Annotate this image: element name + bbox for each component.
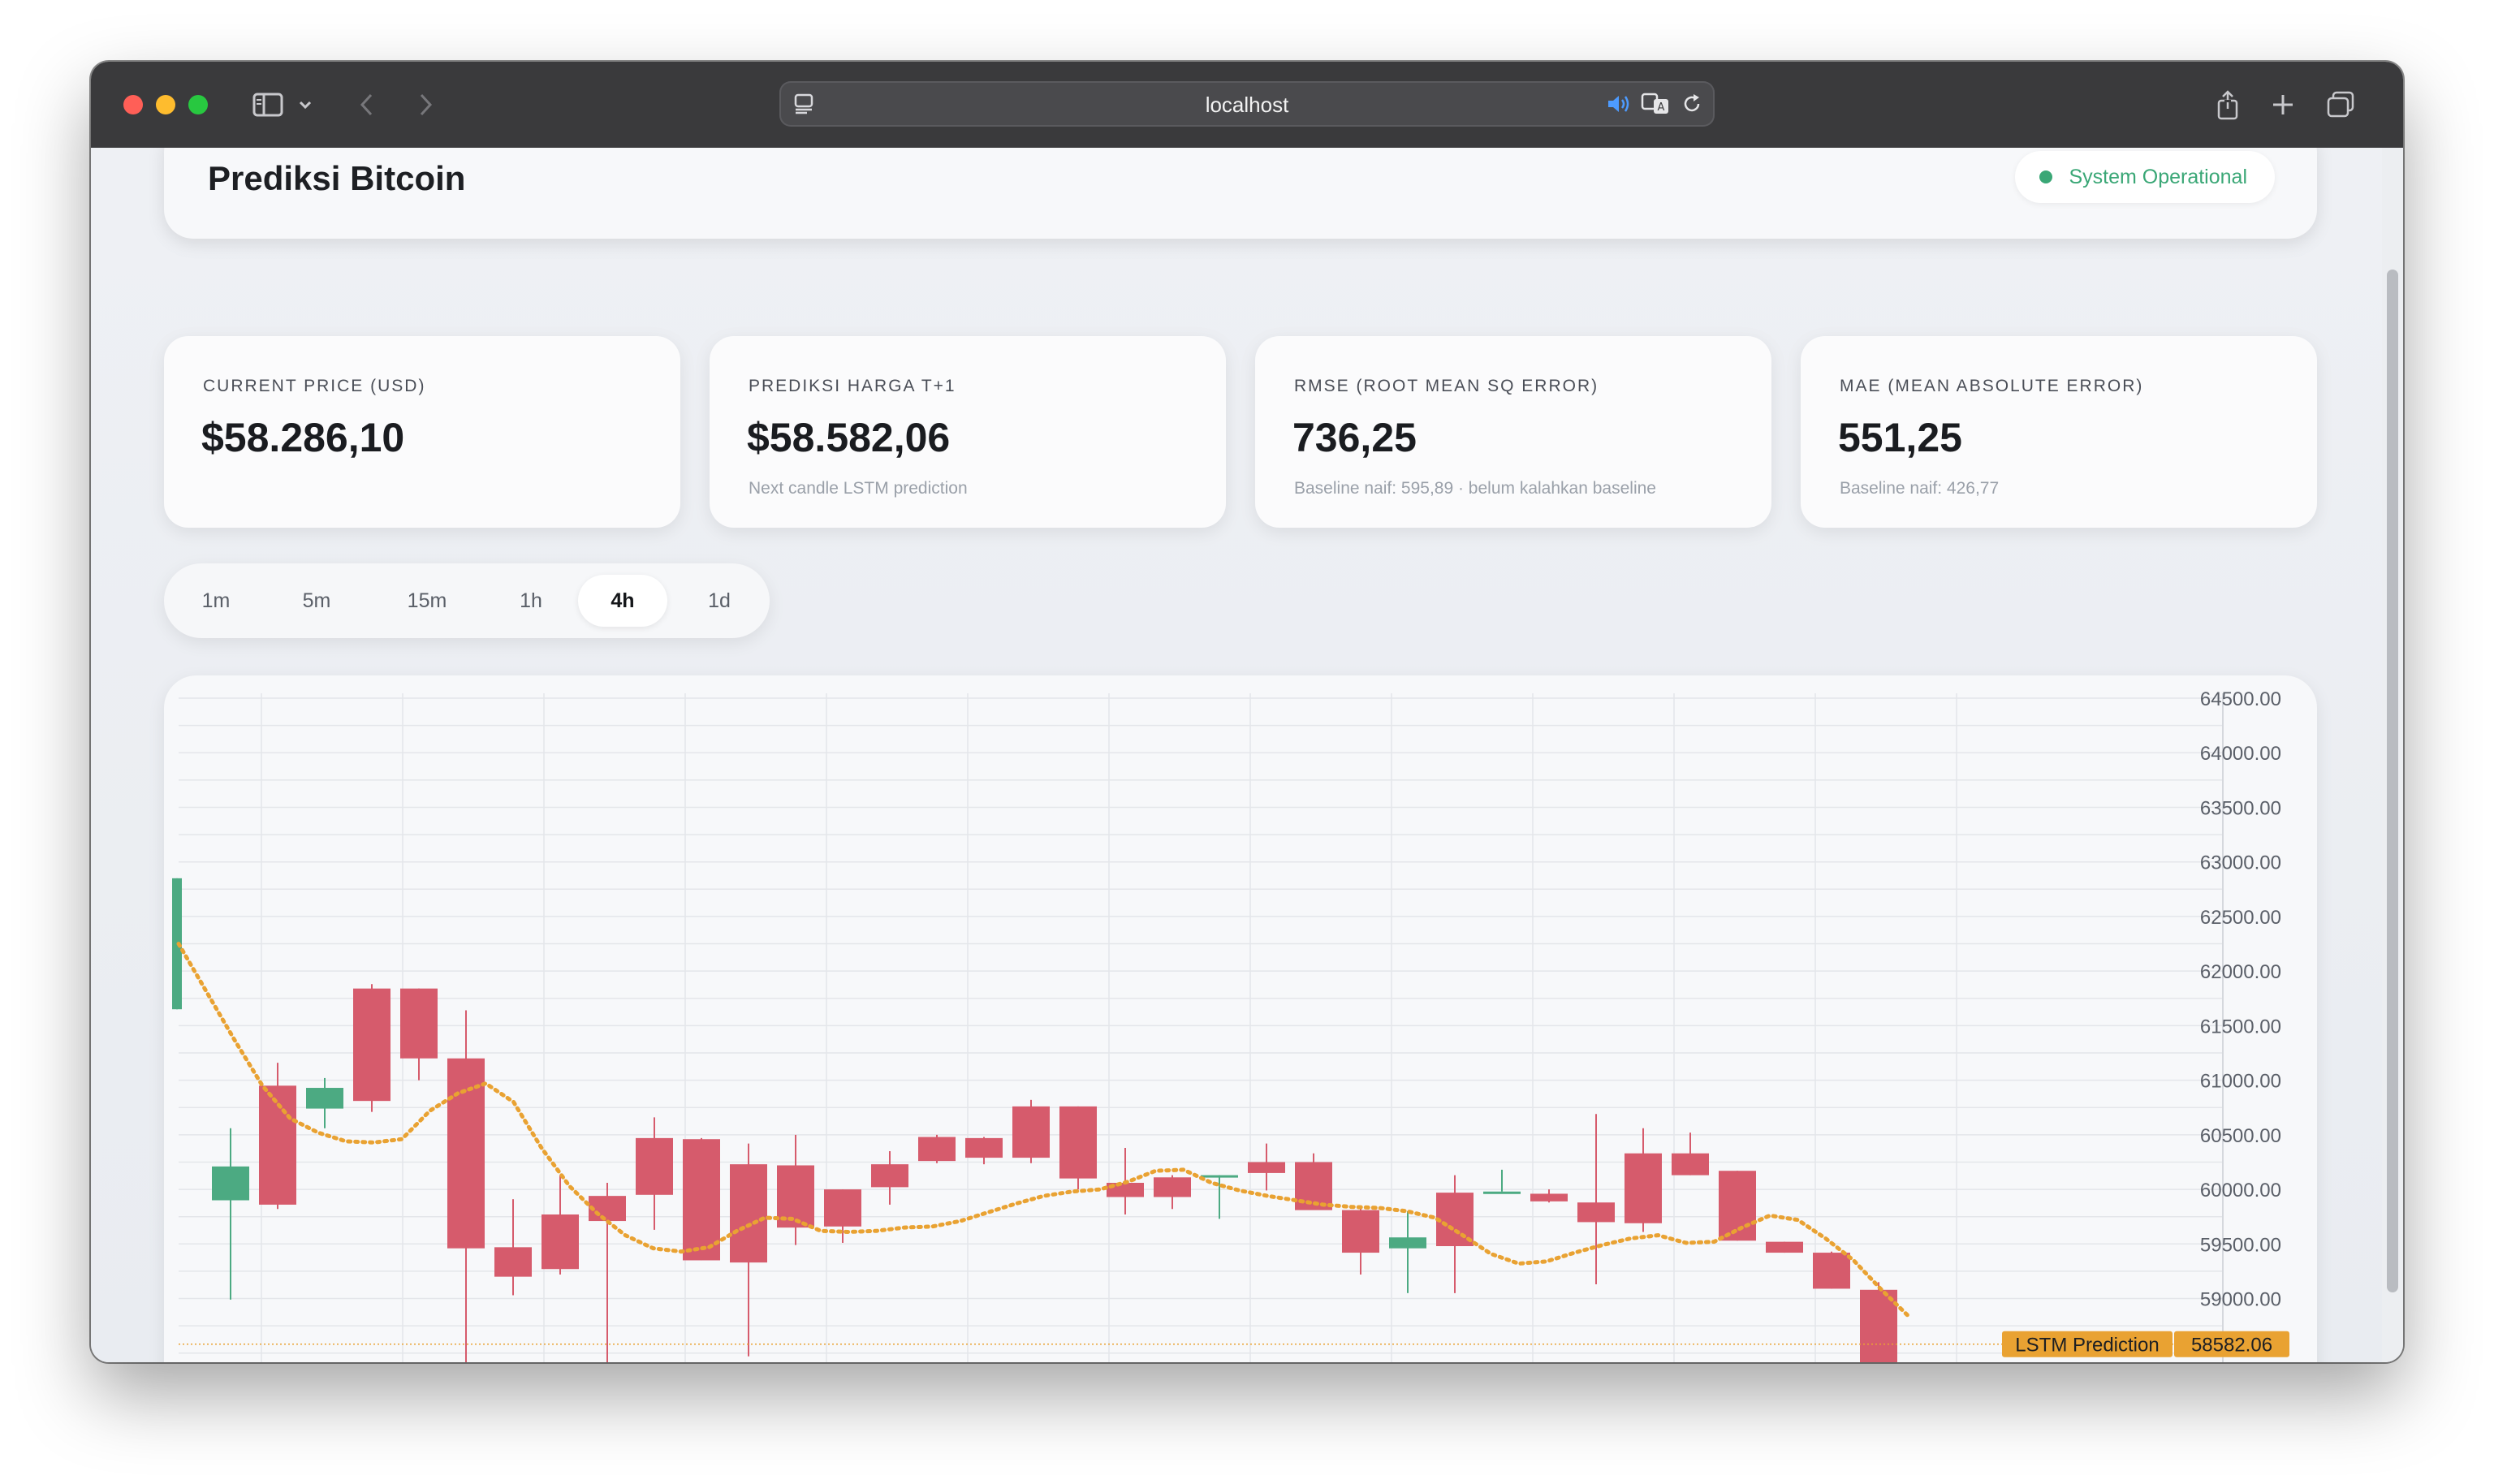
candle-body <box>542 1214 579 1270</box>
stat-subtext: Baseline naif: 426,77 <box>1840 479 2000 498</box>
y-tick-label: 61500.00 <box>2200 1016 2281 1038</box>
y-tick-label: 59500.00 <box>2200 1234 2281 1256</box>
chevron-down-icon[interactable] <box>296 86 315 123</box>
candle-body <box>1672 1153 1709 1176</box>
close-window-button[interactable] <box>123 95 143 114</box>
candle-body <box>1813 1253 1850 1289</box>
candlestick-chart[interactable]: 64500.00 64000.00 63500.00 63000.00 62500.00… <box>164 675 2317 1362</box>
candle-body <box>306 1088 343 1109</box>
candle-body <box>1625 1153 1662 1223</box>
browser-window: localhost A Prediksi Bitcoin System Oper… <box>91 62 2403 1362</box>
stat-label: PREDIKSI HARGA T+1 <box>749 377 956 395</box>
reload-icon[interactable] <box>1677 85 1707 123</box>
price-chart-card: 64500.00 64000.00 63500.00 63000.00 62500.00… <box>164 675 2317 1362</box>
sidebar-icon[interactable] <box>250 86 286 123</box>
timeframe-selector: 1m 5m 15m 1h 4h 1d <box>164 563 770 638</box>
timeframe-15m-button[interactable]: 15m <box>377 575 477 627</box>
page-title: Prediksi Bitcoin <box>208 159 466 197</box>
y-tick-label: 59000.00 <box>2200 1289 2281 1311</box>
stat-label: CURRENT PRICE (USD) <box>203 377 426 395</box>
candle-body <box>1577 1202 1615 1223</box>
scrollbar-thumb[interactable] <box>2387 270 2398 1292</box>
candle-body <box>353 988 390 1102</box>
stat-value: $58.286,10 <box>201 415 405 460</box>
y-tick-label: 64500.00 <box>2200 688 2281 710</box>
candle-body <box>730 1164 767 1263</box>
candle-body <box>965 1137 1003 1158</box>
candle-body <box>824 1189 861 1227</box>
lstm-value-text: 58582.06 <box>2191 1335 2272 1357</box>
timeframe-1d-button[interactable]: 1d <box>679 575 760 627</box>
stat-subtext: Baseline naif: 595,89 · belum kalahkan b… <box>1294 479 1656 498</box>
address-bar[interactable]: localhost A <box>779 81 1715 127</box>
candle-body <box>636 1137 673 1195</box>
candle-body <box>494 1247 532 1277</box>
timeframe-5m-button[interactable]: 5m <box>276 575 357 627</box>
stat-card-mae: MAE (MEAN ABSOLUTE ERROR) 551,25 Baselin… <box>1801 336 2317 528</box>
candle-body <box>400 988 438 1059</box>
forward-icon[interactable] <box>411 86 440 123</box>
stat-value: $58.582,06 <box>747 415 951 460</box>
zoom-window-button[interactable] <box>188 95 208 114</box>
back-icon[interactable] <box>352 86 382 123</box>
candle-body <box>1154 1177 1191 1197</box>
candle-body <box>918 1137 956 1162</box>
candle-body <box>1719 1171 1756 1241</box>
svg-text:A: A <box>1658 101 1665 114</box>
status-dot-icon <box>2039 170 2053 183</box>
candle-body <box>1483 1191 1521 1194</box>
translate-icon[interactable]: A <box>1640 85 1672 123</box>
timeframe-1m-button[interactable]: 1m <box>175 575 257 627</box>
y-tick-label: 63000.00 <box>2200 852 2281 874</box>
stat-card-rmse: RMSE (ROOT MEAN SQ ERROR) 736,25 Baselin… <box>1255 336 1771 528</box>
y-tick-label: 62000.00 <box>2200 961 2281 983</box>
candle-body <box>212 1166 249 1201</box>
candle-body <box>1012 1106 1050 1158</box>
stat-value: 551,25 <box>1838 415 1962 460</box>
stat-value: 736,25 <box>1292 415 1417 460</box>
tabs-overview-icon[interactable] <box>2324 86 2358 123</box>
y-tick-label: 64000.00 <box>2200 743 2281 765</box>
candle-body <box>871 1164 908 1188</box>
new-tab-icon[interactable] <box>2267 86 2299 123</box>
candle-body <box>1248 1162 1285 1173</box>
stat-label: RMSE (ROOT MEAN SQ ERROR) <box>1294 377 1599 395</box>
timeframe-4h-button[interactable]: 4h <box>578 575 667 627</box>
status-badge: System Operational <box>2015 151 2275 203</box>
stat-card-current-price: CURRENT PRICE (USD) $58.286,10 <box>164 336 680 528</box>
timeframe-1h-button[interactable]: 1h <box>490 575 572 627</box>
candle-body <box>1059 1106 1097 1179</box>
y-tick-label: 63500.00 <box>2200 797 2281 819</box>
browser-toolbar: localhost A <box>91 62 2403 148</box>
stat-subtext: Next candle LSTM prediction <box>749 479 968 498</box>
y-tick-label: 60500.00 <box>2200 1125 2281 1147</box>
minimize-window-button[interactable] <box>156 95 175 114</box>
lstm-label-text: LSTM Prediction <box>2015 1335 2159 1357</box>
candle-body <box>1530 1193 1568 1201</box>
status-text: System Operational <box>2069 165 2247 188</box>
scrollbar-track[interactable] <box>2382 148 2403 1362</box>
candle-body <box>1766 1241 1803 1253</box>
candle-body <box>1389 1237 1426 1249</box>
page-content: Prediksi Bitcoin System Operational CURR… <box>91 148 2403 1362</box>
y-tick-label: 60000.00 <box>2200 1180 2281 1201</box>
candle-body <box>1342 1210 1379 1253</box>
stat-label: MAE (MEAN ABSOLUTE ERROR) <box>1840 377 2144 395</box>
url-text[interactable]: localhost <box>779 93 1715 118</box>
y-tick-label: 61000.00 <box>2200 1071 2281 1093</box>
app-header: Prediksi Bitcoin System Operational <box>164 148 2317 239</box>
stat-card-prediction: PREDIKSI HARGA T+1 $58.582,06 Next candl… <box>710 336 1226 528</box>
candle-body <box>1201 1175 1238 1178</box>
speaker-icon[interactable] <box>1604 85 1633 123</box>
share-icon[interactable] <box>2211 86 2244 123</box>
y-tick-label: 62500.00 <box>2200 907 2281 929</box>
